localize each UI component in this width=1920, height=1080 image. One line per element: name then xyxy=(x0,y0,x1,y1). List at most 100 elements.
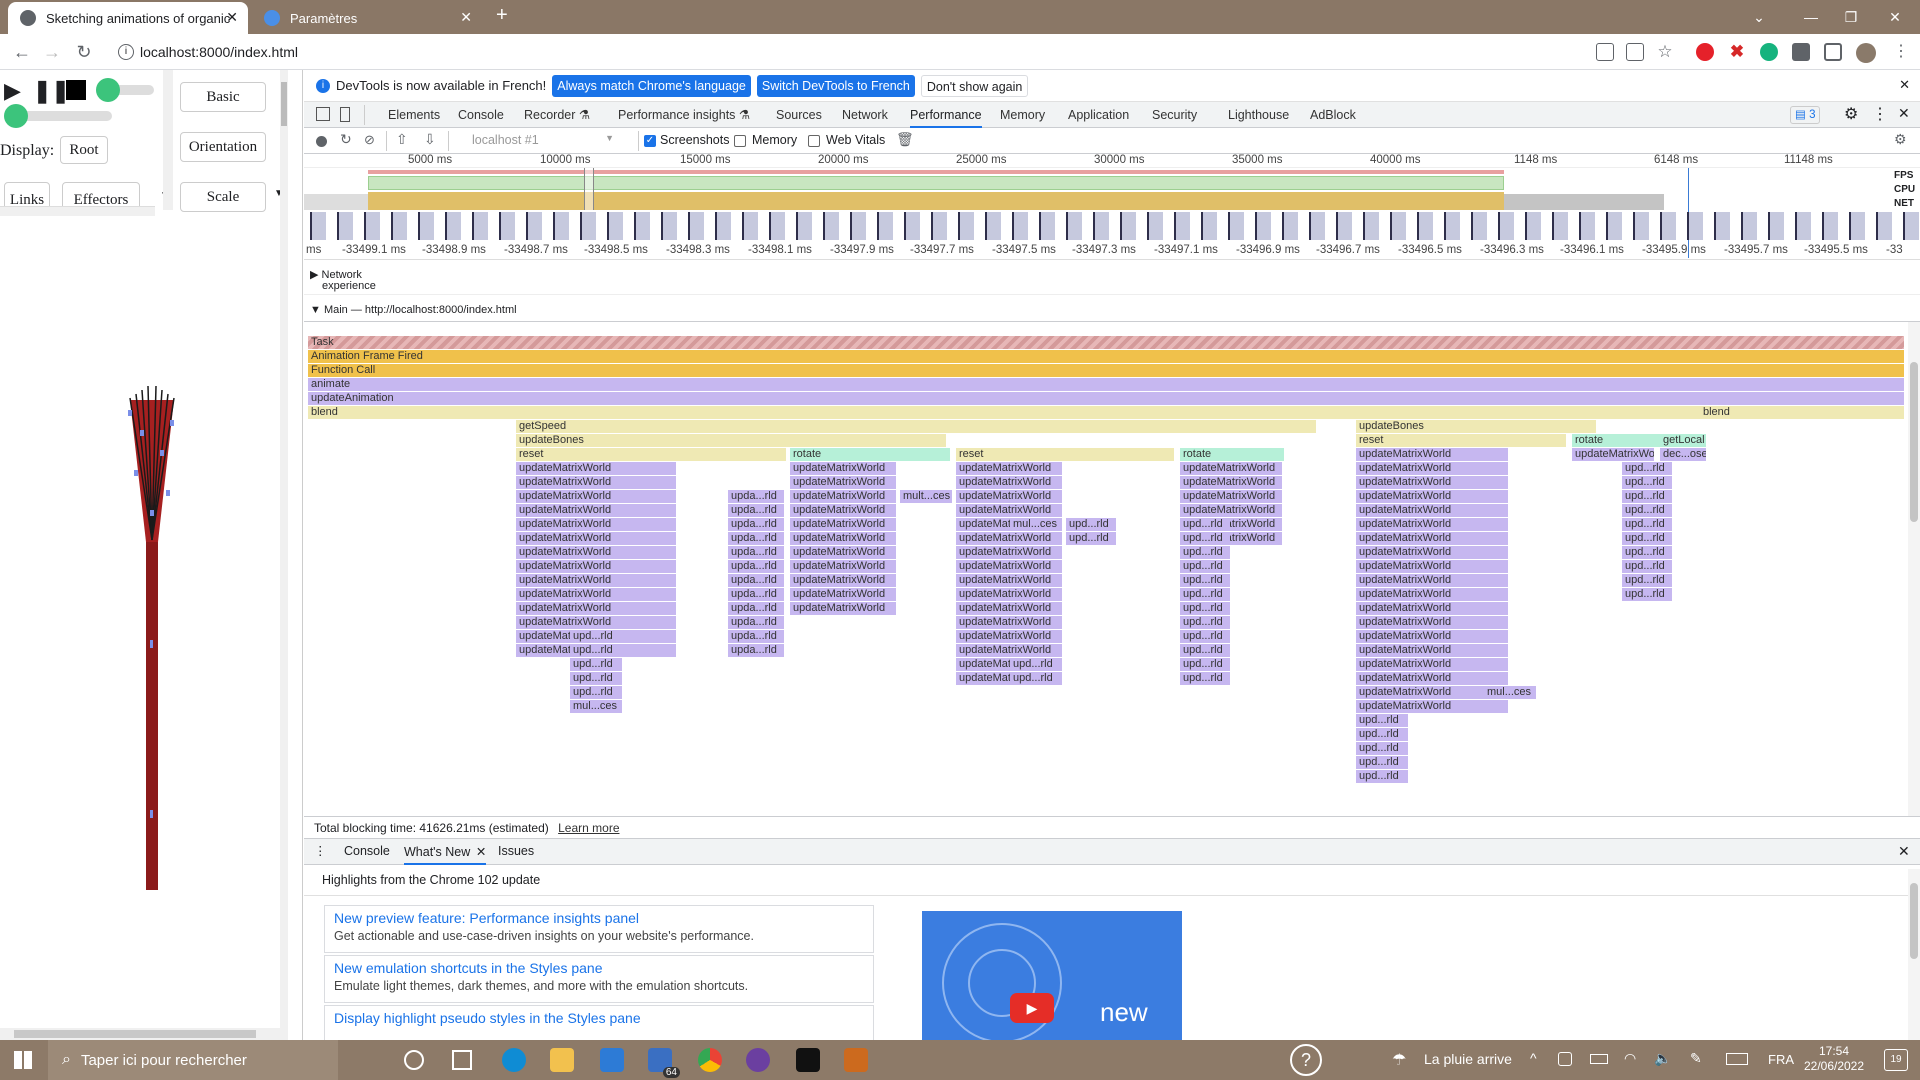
flame-block[interactable]: updateMatrixWorld xyxy=(516,546,676,559)
animate-row[interactable]: animate xyxy=(308,378,1904,391)
hscroll-thumb[interactable] xyxy=(14,1030,256,1038)
tab-network[interactable]: Network xyxy=(842,102,888,128)
tab-console[interactable]: Console xyxy=(458,102,504,128)
flame-block[interactable]: updateMatrixWorld xyxy=(956,560,1062,573)
flame-block[interactable]: updateMatrixWorld xyxy=(956,602,1062,615)
organic-sketch-canvas[interactable] xyxy=(110,310,190,890)
flame-block[interactable]: rotate xyxy=(790,448,950,461)
flame-chart[interactable]: Task Animation Frame Fired Function Call… xyxy=(304,322,1920,874)
flame-block[interactable]: updateMatrixWorld xyxy=(1572,448,1654,461)
close-drawer-icon[interactable]: ✕ xyxy=(1898,843,1910,860)
tab-elements[interactable]: Elements xyxy=(388,102,440,128)
function-call-row[interactable]: Function Call xyxy=(308,364,1904,377)
flame-block[interactable]: upd...rld xyxy=(1180,532,1230,545)
translate-icon[interactable] xyxy=(1596,43,1614,61)
target-select[interactable]: localhost #1 ▼ xyxy=(472,133,622,147)
store-icon[interactable] xyxy=(600,1048,624,1072)
flame-block[interactable]: upda...rld xyxy=(728,644,784,657)
flame-block[interactable]: updateMatrixWorld xyxy=(790,588,896,601)
close-tab-icon[interactable]: ✕ xyxy=(476,839,486,865)
back-button[interactable]: ← xyxy=(10,40,34,64)
close-window-button[interactable]: ✕ xyxy=(1872,4,1918,30)
tab-security[interactable]: Security xyxy=(1152,102,1197,128)
reload-record-icon[interactable]: ↻ xyxy=(340,131,352,148)
flame-block[interactable]: updateMatrixWorld xyxy=(516,574,676,587)
side-panel-icon[interactable] xyxy=(1824,43,1842,61)
card-title[interactable]: Display highlight pseudo styles in the S… xyxy=(334,1010,864,1026)
scale-button[interactable]: Scale xyxy=(180,182,266,212)
opera-extension-icon[interactable] xyxy=(1696,43,1714,61)
bookmark-star-icon[interactable]: ☆ xyxy=(1656,43,1674,61)
flame-block[interactable]: upd...rld xyxy=(1180,546,1230,559)
flame-block[interactable]: upd...rld xyxy=(1066,518,1116,531)
flame-block[interactable]: upd...rld xyxy=(570,686,622,699)
whats-new-card[interactable]: New emulation shortcuts in the Styles pa… xyxy=(324,955,874,1003)
tab-sketching[interactable]: Sketching animations of organic ✕ xyxy=(8,2,248,34)
switch-french-button[interactable]: Switch DevTools to French xyxy=(756,74,915,97)
clock[interactable]: 17:54 22/06/2022 xyxy=(1798,1044,1870,1074)
address-bar[interactable]: i localhost:8000/index.html xyxy=(108,38,1768,66)
tab-parametres[interactable]: Paramètres ✕ xyxy=(252,2,482,34)
card-title[interactable]: New emulation shortcuts in the Styles pa… xyxy=(334,960,864,976)
grammarly-icon[interactable] xyxy=(1760,43,1778,61)
forward-button[interactable]: → xyxy=(40,40,64,64)
upload-icon[interactable]: ⇧ xyxy=(396,131,408,148)
restore-button[interactable]: ❐ xyxy=(1828,4,1874,30)
extensions-puzzle-icon[interactable] xyxy=(1792,43,1810,61)
flame-block[interactable]: updateMatrixWorld xyxy=(1356,672,1508,685)
flame-block[interactable]: updateMatrixWorld xyxy=(1356,658,1508,671)
close-tab-icon[interactable]: ✕ xyxy=(460,9,472,26)
flame-block[interactable]: updateMatrixWorld xyxy=(956,462,1062,475)
flame-block[interactable]: upd...rld xyxy=(1622,504,1672,517)
flame-block[interactable]: updateMatrixWorld xyxy=(1356,518,1508,531)
root-button[interactable]: Root xyxy=(60,136,108,164)
garbage-collect-icon[interactable]: 🗑 xyxy=(896,131,914,148)
meet-icon[interactable] xyxy=(1558,1052,1572,1066)
flame-block[interactable]: updateMatrixWorld xyxy=(790,546,896,559)
issues-badge[interactable]: ▤ 3 xyxy=(1790,106,1821,124)
drawer-tab-issues[interactable]: Issues xyxy=(498,844,534,858)
weather-text[interactable]: La pluie arrive xyxy=(1424,1051,1512,1067)
flame-scroll-thumb[interactable] xyxy=(1910,362,1918,522)
flame-block[interactable]: updateMatrixWorld xyxy=(956,644,1062,657)
flame-block[interactable]: updateMatrixWorld xyxy=(790,490,896,503)
flame-block[interactable]: mul...ces xyxy=(570,700,622,713)
flame-block[interactable]: updateMatrixWorld xyxy=(790,574,896,587)
left-hscrollbar[interactable] xyxy=(0,206,155,216)
flame-block[interactable]: upd...rld xyxy=(1010,658,1062,671)
weather-icon[interactable]: ☂ xyxy=(1392,1050,1406,1070)
tab-recorder[interactable]: Recorder ⚗ xyxy=(524,102,590,128)
tray-chevron-icon[interactable]: ^ xyxy=(1530,1050,1537,1066)
flame-block[interactable]: updateMatrixWorld xyxy=(1356,504,1508,517)
download-icon[interactable]: ⇩ xyxy=(424,131,436,148)
avatar[interactable] xyxy=(1856,43,1876,63)
flame-block[interactable]: upd...rld xyxy=(1356,728,1408,741)
drawer-tab-whats-new[interactable]: What's New ✕ xyxy=(404,839,487,865)
flame-block[interactable]: upd...rld xyxy=(1180,644,1230,657)
clear-icon[interactable]: ⊘ xyxy=(364,132,375,148)
tab-performance[interactable]: Performance xyxy=(910,102,982,128)
flame-block[interactable]: updateMatrixWorld xyxy=(956,588,1062,601)
chrome-menu-icon[interactable]: ⋮ xyxy=(1892,43,1910,61)
play-icon[interactable]: ▶ xyxy=(4,78,21,104)
flame-block[interactable]: updateMatrixWorld xyxy=(1356,476,1508,489)
flame-block[interactable]: upda...rld xyxy=(728,532,784,545)
card-title[interactable]: New preview feature: Performance insight… xyxy=(334,910,864,926)
x-extension-icon[interactable]: ✖ xyxy=(1728,43,1746,61)
flame-block[interactable]: updateMatrixWorld xyxy=(1180,462,1282,475)
time-slider-handle[interactable] xyxy=(4,104,28,128)
timeline-overview[interactable]: 5000 ms 10000 ms 15000 ms 20000 ms 25000… xyxy=(304,154,1920,322)
flame-block[interactable]: upd...rld xyxy=(1180,602,1230,615)
selection-window[interactable] xyxy=(584,168,594,210)
tab-application[interactable]: Application xyxy=(1068,102,1129,128)
edge-icon[interactable] xyxy=(502,1048,526,1072)
flame-block[interactable]: updateMatrixWorld xyxy=(1180,476,1282,489)
flame-block[interactable]: updateMatrixWorld xyxy=(516,560,676,573)
main-track-header[interactable]: ▼ Main — http://localhost:8000/index.htm… xyxy=(310,304,517,316)
close-devtools-icon[interactable]: ✕ xyxy=(1898,105,1910,122)
flame-block[interactable]: updateMatrixWorld xyxy=(516,532,676,545)
flame-block[interactable]: updateMatrixWorld xyxy=(1356,616,1508,629)
flame-block[interactable]: reset xyxy=(516,448,786,461)
flame-block[interactable]: upd...rld xyxy=(1180,616,1230,629)
flame-block[interactable]: upda...rld xyxy=(728,490,784,503)
